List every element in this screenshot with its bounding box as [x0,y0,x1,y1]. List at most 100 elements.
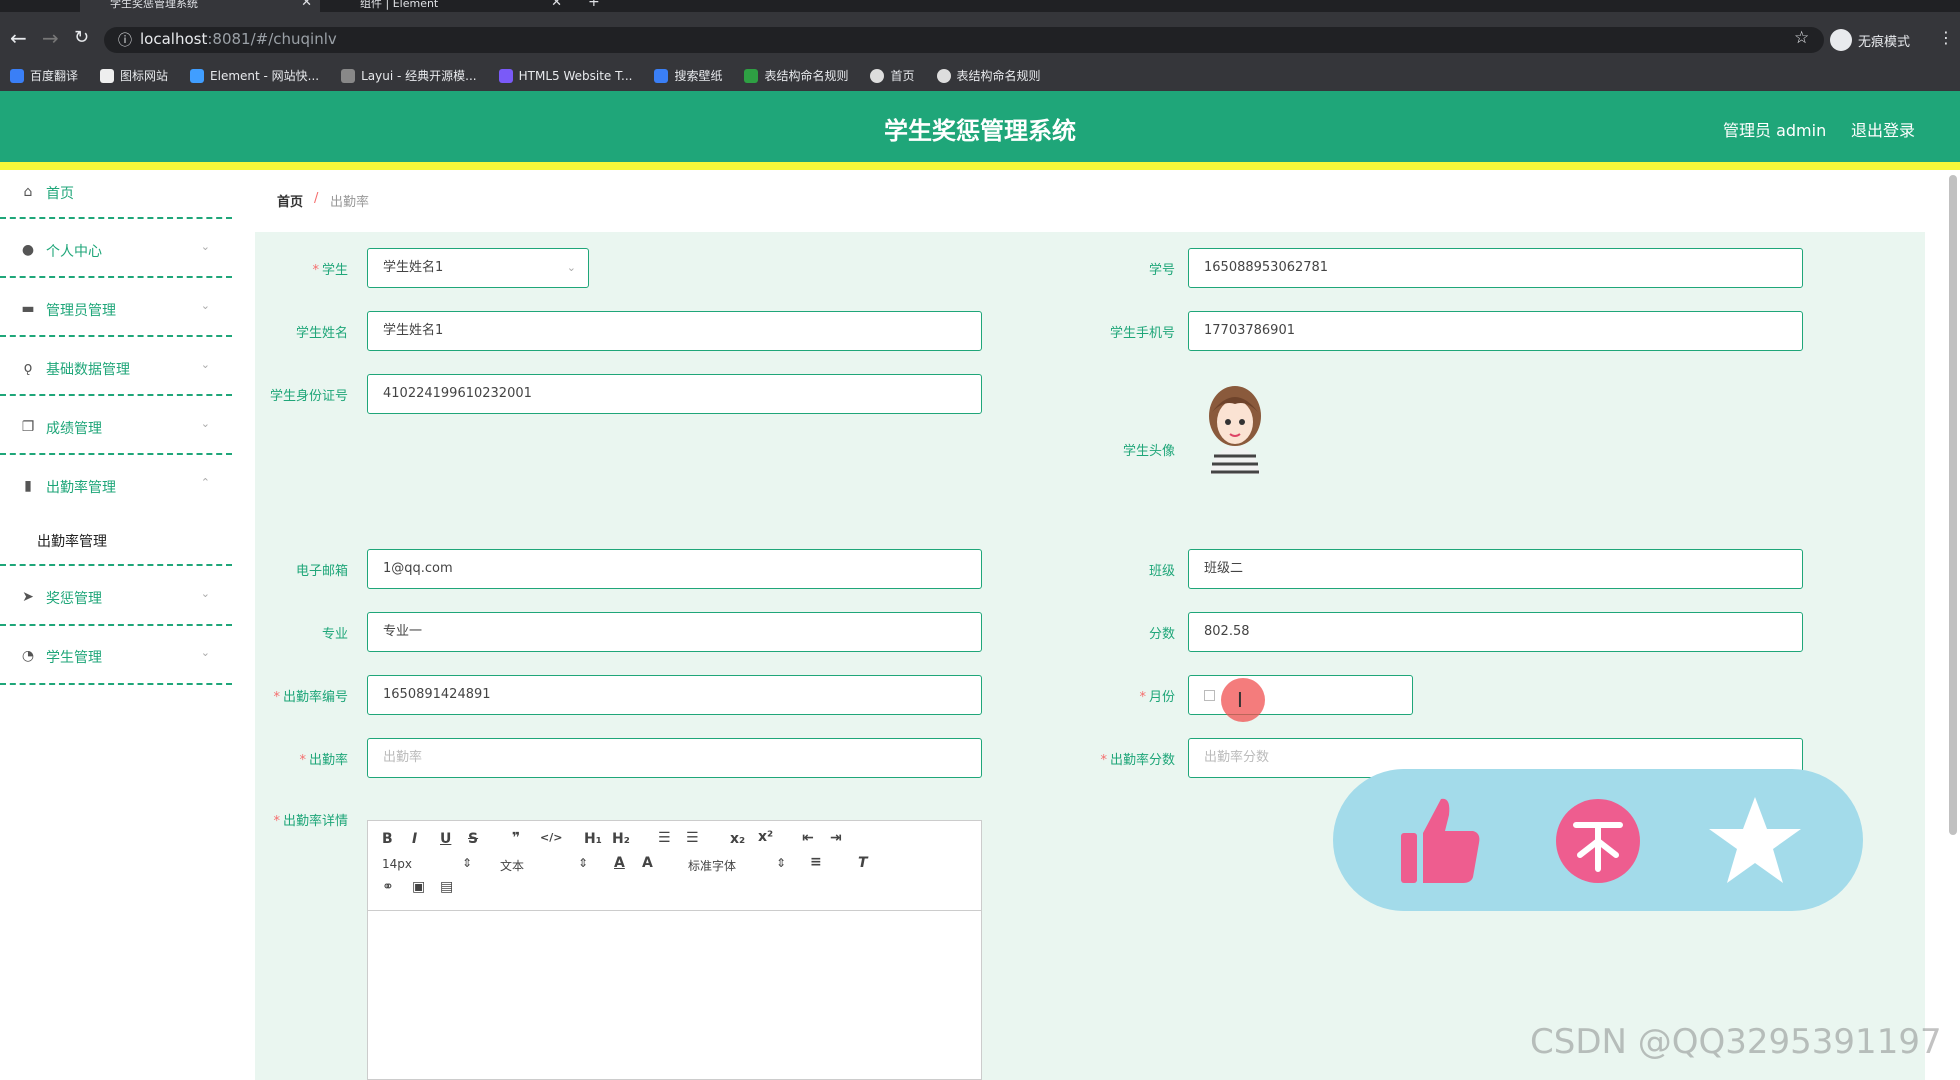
code-icon[interactable]: </> [540,831,562,844]
bookmark-icon [498,68,513,83]
new-tab-icon[interactable]: + [588,0,600,9]
url-host: localhost [140,30,208,48]
subscript-icon[interactable]: x₂ [730,831,745,847]
bookmark-label: 图标网站 [120,69,169,83]
name-field[interactable]: 学生姓名1 [367,311,982,351]
image-icon[interactable]: ▣ [412,879,425,895]
score-field[interactable]: 802.58 [1188,612,1803,652]
incognito-badge[interactable]: 无痕模式 [1830,27,1910,53]
bookmark-item[interactable]: 搜索壁纸 [654,67,722,84]
sidebar-divider [0,276,232,278]
rich-text-editor[interactable]: B I U S ❞ </> H₁ H₂ ☰ ☰ x₂ x² ⇤ ⇥ 14px ⇕… [367,820,982,1080]
sidebar-item-label: 奖惩管理 [46,591,102,607]
app-title: 学生奖惩管理系统 [884,117,1076,145]
bookmark-item[interactable]: HTML5 Website T... [498,68,632,83]
star-icon[interactable] [1707,793,1803,889]
sidebar-divider [0,217,232,219]
student-avatar[interactable] [1200,382,1270,474]
video-icon[interactable]: ▤ [440,879,453,895]
logout-link[interactable]: 退出登录 [1851,117,1915,141]
page-scrollbar[interactable] [1949,175,1957,835]
bookmark-item[interactable]: 图标网站 [100,67,168,84]
attendance-no-label-text: 出勤率编号 [282,690,348,705]
chart-icon: ▮ [24,478,32,494]
star-icon[interactable]: ☆ [1794,28,1809,48]
bookmark-icon [341,68,356,83]
major-field[interactable]: 专业一 [367,612,982,652]
admin-label: 管理员 admin [1723,121,1827,140]
attendance-no-field[interactable]: 1650891424891 [367,675,982,715]
bookmark-item[interactable]: 表结构命名规则 [744,67,848,84]
bookmark-icon [100,68,115,83]
thumbs-up-icon[interactable] [1393,793,1489,889]
browser-tab-active[interactable]: 学生奖惩管理系统 ✕ [80,0,320,12]
sidebar-item-attendance[interactable]: ▮ 出勤率管理 ⌃ [0,464,232,522]
email-label: 电子邮箱 [295,564,348,579]
chevron-down-icon: ⌄ [200,299,210,312]
align-icon[interactable]: ≡ [810,854,822,870]
rate-label: * 出勤率 [299,753,348,768]
idcard-field[interactable]: 410224199610232001 [367,374,982,414]
bookmark-item[interactable]: 百度翻译 [10,67,78,84]
italic-icon[interactable]: I [412,831,417,847]
bookmark-item[interactable]: 首页 [870,67,915,84]
phone-field[interactable]: 17703786901 [1188,311,1803,351]
close-icon[interactable]: ✕ [301,0,312,9]
email-field[interactable]: 1@qq.com [367,549,982,589]
sidebar-item-home[interactable]: ⌂ 首页 [0,170,232,228]
bullet-list-icon[interactable]: ☰ [686,830,699,846]
user-icon: ● [21,242,35,258]
sidebar-subitem-attendance[interactable]: 出勤率管理 [37,531,107,551]
tab-title: 学生奖惩管理系统 [110,0,198,10]
strike-icon[interactable]: S [468,831,478,847]
xuehao-field[interactable]: 165088953062781 [1188,248,1803,288]
font-family-select[interactable]: 标准字体 [688,857,736,874]
outdent-icon[interactable]: ⇤ [802,830,814,846]
underline-icon[interactable]: U [440,831,451,847]
coin-icon[interactable] [1550,793,1646,889]
forward-icon[interactable]: → [42,26,59,50]
text-cursor-icon: I [1237,688,1243,712]
quote-icon[interactable]: ❞ [512,830,520,846]
url-field[interactable] [104,27,1824,53]
bookmark-item[interactable]: Element - 网站快... [190,67,319,84]
superscript-icon[interactable]: x² [758,829,773,845]
sidebar-divider [0,624,232,626]
back-icon[interactable]: ← [10,26,27,50]
sidebar-divider [0,564,232,566]
info-icon[interactable]: ⓘ [118,30,132,50]
breadcrumb-separator: / [314,191,319,206]
sidebar-item-label: 首页 [46,186,74,202]
bookmark-item[interactable]: Layui - 经典开源模... [341,67,477,84]
reload-icon[interactable]: ↻ [74,27,89,48]
h2-icon[interactable]: H₂ [612,831,630,847]
sidebar-divider [0,453,232,455]
phone-label: 学生手机号 [1109,326,1175,341]
bookmark-icon [190,68,205,83]
bookmark-icon [870,68,885,83]
text-color-icon[interactable]: A [614,855,625,871]
close-icon[interactable]: ✕ [551,0,562,9]
link-icon[interactable]: ⚭ [382,879,394,895]
bold-icon[interactable]: B [382,831,393,847]
updown-icon: ⇕ [462,856,473,870]
bookmark-label: 表结构命名规则 [956,69,1041,83]
h1-icon[interactable]: H₁ [584,831,602,847]
student-select[interactable]: 学生姓名1 ⌄ [367,248,589,288]
rate-field[interactable]: 出勤率 [367,738,982,778]
bookmark-item[interactable]: 表结构命名规则 [936,67,1041,84]
clear-format-icon[interactable]: T [858,855,868,871]
chevron-down-icon: ⌄ [200,417,210,430]
background-color-icon[interactable]: A [642,855,653,871]
class-field[interactable]: 班级二 [1188,549,1803,589]
ordered-list-icon[interactable]: ☰ [658,830,671,846]
menu-icon[interactable]: ⋮ [1938,28,1954,47]
attendance-no-label: * 出勤率编号 [273,690,348,705]
font-size-select[interactable]: 14px [382,857,412,871]
indent-icon[interactable]: ⇥ [830,830,842,846]
bookmark-label: 搜索壁纸 [674,69,723,83]
breadcrumb-home[interactable]: 首页 [277,191,303,210]
block-format-select[interactable]: 文本 [500,857,524,874]
browser-tab[interactable]: 组件 | Element ✕ [330,0,570,12]
url-path: :8081/#/chuqinlv [207,30,337,48]
